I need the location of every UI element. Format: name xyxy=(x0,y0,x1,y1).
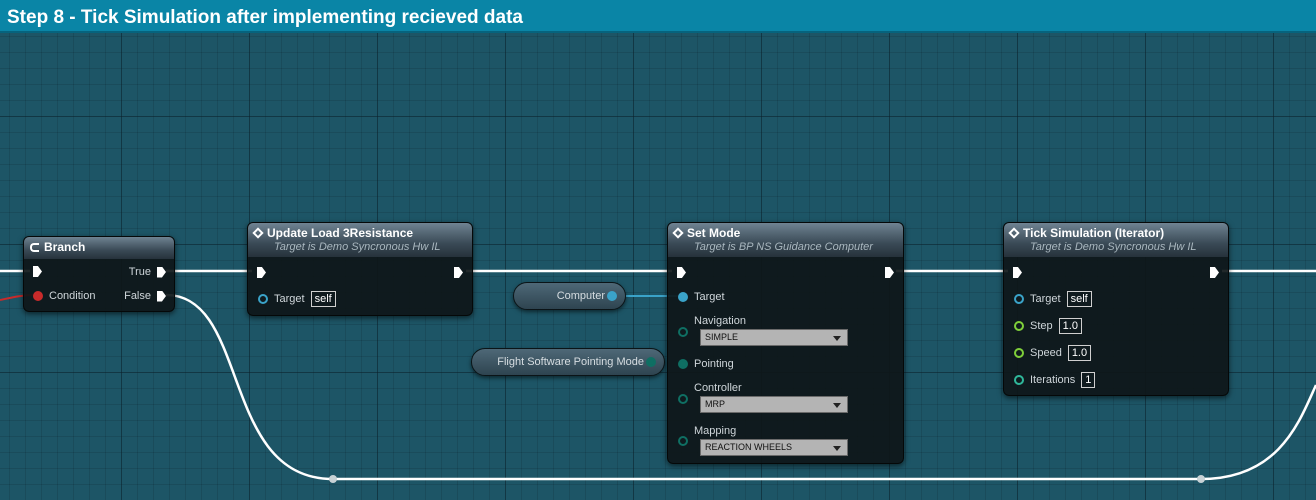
reroute-knot-left[interactable] xyxy=(329,475,337,483)
speed-label: Speed xyxy=(1030,347,1062,359)
exec-in-pin[interactable] xyxy=(1013,267,1022,278)
tick-sim-header[interactable]: Tick Simulation (Iterator) Target is Dem… xyxy=(1004,223,1228,257)
true-label: True xyxy=(128,266,151,278)
exec-out-pin[interactable] xyxy=(885,267,894,278)
chevron-down-icon xyxy=(833,446,841,451)
object-pin[interactable] xyxy=(1014,294,1024,304)
set-mode-subtitle: Target is BP NS Guidance Computer xyxy=(694,241,873,253)
branch-icon xyxy=(30,242,39,252)
computer-variable-node[interactable]: Computer xyxy=(513,282,626,310)
graph-title-bar: Step 8 - Tick Simulation after implement… xyxy=(0,0,1316,33)
reroute-knot-right[interactable] xyxy=(1197,475,1205,483)
pointing-var-label: Flight Software Pointing Mode xyxy=(497,356,644,368)
int-pin[interactable] xyxy=(1014,375,1024,385)
tick-sim-step-pin[interactable]: Step 1.0 xyxy=(1014,318,1082,334)
float-pin[interactable] xyxy=(1014,321,1024,331)
target-label: Target xyxy=(694,291,725,303)
mapping-value: REACTION WHEELS xyxy=(705,442,793,452)
object-pin[interactable] xyxy=(258,294,268,304)
enum-pin[interactable] xyxy=(646,357,656,367)
navigation-label: Navigation xyxy=(694,315,746,327)
mapping-label: Mapping xyxy=(694,425,737,437)
function-icon xyxy=(252,227,264,239)
enum-pin-controller[interactable] xyxy=(678,394,688,404)
update-load-subtitle: Target is Demo Syncronous Hw IL xyxy=(274,241,441,253)
tick-sim-target-pin[interactable]: Target self xyxy=(1014,291,1092,307)
tick-sim-title: Tick Simulation (Iterator) xyxy=(1023,226,1165,240)
set-mode-exec-out[interactable] xyxy=(885,267,894,278)
navigation-value: SIMPLE xyxy=(705,332,739,342)
controller-label-row: Controller xyxy=(694,382,742,394)
blueprint-graph-canvas[interactable]: Step 8 - Tick Simulation after implement… xyxy=(0,0,1316,500)
branch-title: Branch xyxy=(44,240,86,254)
tick-sim-iterations-pin[interactable]: Iterations 1 xyxy=(1014,372,1096,388)
branch-true-pin[interactable]: True xyxy=(129,266,166,278)
exec-out-pin[interactable] xyxy=(1210,267,1219,278)
enum-pin-navigation[interactable] xyxy=(678,327,688,337)
condition-label: Condition xyxy=(49,290,96,302)
exec-in-pin[interactable] xyxy=(677,267,686,278)
controller-dropdown[interactable]: MRP xyxy=(700,396,848,413)
controller-label: Controller xyxy=(694,382,742,394)
branch-node[interactable]: Branch True Condition False xyxy=(23,236,175,312)
step-label: Step xyxy=(1030,320,1053,332)
enum-pin[interactable] xyxy=(678,359,688,369)
set-mode-pointing-pin[interactable]: Pointing xyxy=(678,358,734,370)
enum-pin-mapping[interactable] xyxy=(678,436,688,446)
object-pin[interactable] xyxy=(607,291,617,301)
step-value-box[interactable]: 1.0 xyxy=(1058,318,1082,334)
pointing-label: Pointing xyxy=(694,358,734,370)
iterations-label: Iterations xyxy=(1030,374,1076,386)
update-load-exec-out[interactable] xyxy=(454,267,463,278)
pointing-mode-variable-node[interactable]: Flight Software Pointing Mode xyxy=(471,348,665,376)
exec-out-pin[interactable] xyxy=(157,290,166,302)
tick-sim-speed-pin[interactable]: Speed 1.0 xyxy=(1014,345,1092,361)
mapping-dropdown[interactable]: REACTION WHEELS xyxy=(700,439,848,456)
target-label: Target xyxy=(1030,293,1061,305)
exec-in-pin[interactable] xyxy=(33,266,42,277)
exec-out-pin[interactable] xyxy=(454,267,463,278)
target-value-box[interactable]: self xyxy=(1066,291,1092,307)
exec-out-pin[interactable] xyxy=(157,266,166,278)
mapping-label-row: Mapping xyxy=(694,425,736,437)
target-label: Target xyxy=(274,293,305,305)
iterations-value-box[interactable]: 1 xyxy=(1081,372,1096,388)
update-load-title: Update Load 3Resistance xyxy=(267,226,414,240)
bool-pin[interactable] xyxy=(33,291,43,301)
set-mode-header[interactable]: Set Mode Target is BP NS Guidance Comput… xyxy=(668,223,903,257)
computer-var-label: Computer xyxy=(556,290,605,302)
function-icon xyxy=(1008,227,1020,239)
speed-value-box[interactable]: 1.0 xyxy=(1067,345,1092,361)
branch-false-pin[interactable]: False xyxy=(124,290,166,302)
update-load-target-pin[interactable]: Target self xyxy=(258,291,336,307)
update-load-header[interactable]: Update Load 3Resistance Target is Demo S… xyxy=(248,223,472,257)
chevron-down-icon xyxy=(833,403,841,408)
set-mode-target-pin[interactable]: Target xyxy=(678,291,725,303)
float-pin[interactable] xyxy=(1014,348,1024,358)
update-load-node[interactable]: Update Load 3Resistance Target is Demo S… xyxy=(247,222,473,316)
false-label: False xyxy=(124,290,151,302)
branch-condition-pin[interactable]: Condition xyxy=(33,290,95,302)
target-value-box[interactable]: self xyxy=(310,291,336,307)
navigation-label-row: Navigation xyxy=(694,315,746,327)
set-mode-exec-in[interactable] xyxy=(677,267,686,278)
tick-sim-exec-out[interactable] xyxy=(1210,267,1219,278)
object-pin[interactable] xyxy=(678,292,688,302)
chevron-down-icon xyxy=(833,336,841,341)
tick-sim-subtitle: Target is Demo Syncronous Hw IL xyxy=(1030,241,1197,253)
branch-header[interactable]: Branch xyxy=(24,237,174,259)
set-mode-title: Set Mode xyxy=(687,226,741,240)
set-mode-node[interactable]: Set Mode Target is BP NS Guidance Comput… xyxy=(667,222,904,464)
tick-simulation-node[interactable]: Tick Simulation (Iterator) Target is Dem… xyxy=(1003,222,1229,396)
update-load-exec-in[interactable] xyxy=(257,267,266,278)
navigation-dropdown[interactable]: SIMPLE xyxy=(700,329,848,346)
exec-in-pin[interactable] xyxy=(257,267,266,278)
function-icon xyxy=(672,227,684,239)
branch-exec-in[interactable] xyxy=(33,266,42,277)
tick-sim-exec-in[interactable] xyxy=(1013,267,1022,278)
controller-value: MRP xyxy=(705,399,725,409)
